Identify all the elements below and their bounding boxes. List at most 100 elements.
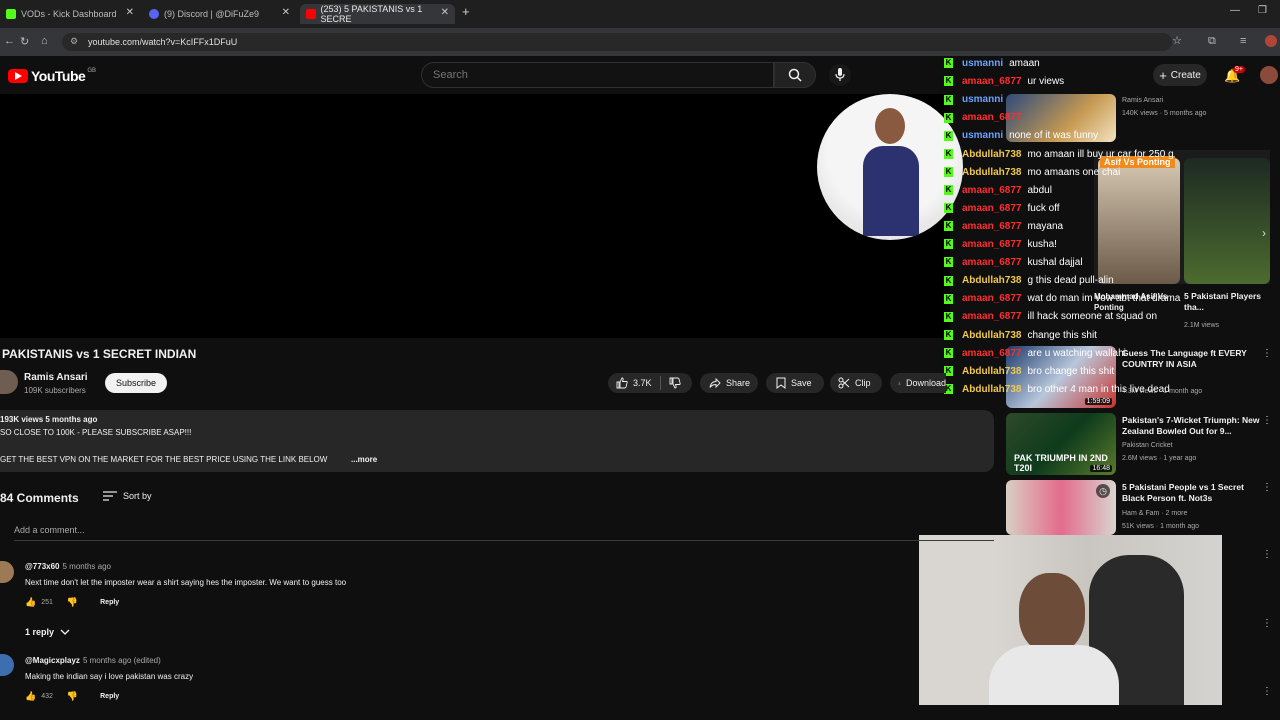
tab-kick-dashboard[interactable]: VODs - Kick Dashboard ✕ — [0, 4, 140, 24]
chat-username: usmanni — [962, 130, 1004, 142]
thumbs-up-icon[interactable]: 👍 — [25, 597, 36, 608]
account-avatar[interactable] — [1260, 66, 1278, 84]
comment-avatar[interactable] — [0, 654, 14, 676]
back-icon[interactable]: ← — [4, 35, 15, 47]
description-box[interactable]: 193K views 5 months ago SO CLOSE TO 100K… — [0, 410, 994, 472]
media-icon[interactable]: ≡ — [1240, 35, 1246, 47]
thumbs-down-icon[interactable] — [669, 377, 681, 389]
plus-icon: + — [1159, 67, 1167, 83]
related-title[interactable]: 5 Pakistani Players tha... — [1184, 291, 1266, 313]
address-bar[interactable]: ⚙ youtube.com/watch?v=KcIFFx1DFuU ☆ — [62, 33, 1182, 51]
search-input[interactable] — [421, 62, 774, 88]
clip-button[interactable]: Clip — [830, 373, 882, 393]
comment-input-underline — [14, 540, 994, 541]
more-options-icon[interactable]: ⋮ — [1262, 415, 1272, 426]
share-icon — [709, 377, 721, 389]
video-player[interactable] — [0, 94, 950, 338]
like-button[interactable]: 3.7K — [616, 377, 652, 389]
more-options-icon[interactable]: ⋮ — [1262, 686, 1272, 697]
add-comment-input[interactable]: Add a comment... — [14, 525, 85, 535]
notification-badge: 9+ — [1233, 66, 1245, 73]
comment-author[interactable]: @773x60 5 months ago — [25, 562, 111, 571]
related-title[interactable]: 5 Pakistani People vs 1 Secret Black Per… — [1122, 482, 1262, 504]
channel-name[interactable]: Ramis Ansari — [24, 372, 88, 383]
related-meta: 51K views · 1 month ago — [1122, 523, 1200, 530]
profile-avatar[interactable] — [1265, 35, 1277, 47]
tab-youtube[interactable]: (253) 5 PAKISTANIS vs 1 SECRE ✕ — [300, 4, 455, 24]
restore-icon[interactable]: ❐ — [1258, 5, 1267, 16]
watch-later-icon[interactable]: ◷ — [1096, 484, 1110, 498]
more-options-icon[interactable]: ⋮ — [1262, 618, 1272, 629]
thumbs-down-icon[interactable]: 👎 — [67, 597, 78, 608]
country-code: GB — [87, 68, 96, 74]
chat-message: K Abdullah738 g this dead pull-alin — [944, 273, 1114, 289]
chat-message: K Abdullah738 bro change this shit — [944, 364, 1114, 380]
save-button[interactable]: Save — [766, 373, 824, 393]
more-options-icon[interactable]: ⋮ — [1262, 482, 1272, 493]
related-thumbnail[interactable]: ◷ — [1006, 480, 1116, 535]
like-dislike-group: 3.7K — [608, 373, 692, 393]
chat-text: fuck off — [1027, 202, 1060, 214]
chat-text: g this dead pull-alin — [1027, 275, 1114, 287]
kick-icon: K — [944, 311, 953, 322]
chat-message: K Abdullah738 change this shit — [944, 328, 1097, 344]
tab-discord[interactable]: (9) Discord | @DiFuZe9 ✕ — [143, 4, 296, 24]
video-duration: 16:48 — [1090, 465, 1112, 472]
download-button[interactable]: Download — [890, 373, 946, 393]
video-title: PAKISTANIS vs 1 SECRET INDIAN — [2, 347, 197, 361]
kick-icon: K — [944, 166, 953, 177]
extensions-icon[interactable]: ⧉ — [1208, 35, 1216, 48]
chevron-right-icon[interactable]: › — [1262, 226, 1266, 240]
comment-time: 5 months ago — [62, 562, 111, 571]
share-button[interactable]: Share — [700, 373, 758, 393]
related-title[interactable]: Guess The Language ft EVERY COUNTRY IN A… — [1122, 348, 1262, 370]
show-more-link[interactable]: ...more — [351, 455, 377, 464]
more-options-icon[interactable]: ⋮ — [1262, 348, 1272, 359]
chat-message: Kamaan_6877 — [944, 110, 1028, 126]
site-info-icon[interactable]: ⚙ — [70, 36, 78, 47]
home-icon[interactable]: ⌂ — [41, 35, 48, 47]
chat-text: are u watching wallahi — [1027, 347, 1126, 359]
sort-by-button[interactable]: Sort by — [103, 491, 152, 501]
reload-icon[interactable]: ↻ — [20, 35, 29, 48]
related-thumbnail[interactable]: PAK TRIUMPH IN 2ND T20I 16:48 — [1006, 413, 1116, 475]
chat-username: amaan_6877 — [962, 220, 1022, 232]
new-tab-button[interactable]: + — [462, 4, 470, 19]
streamer-shirt — [989, 645, 1119, 705]
chat-username: Abdullah738 — [962, 275, 1022, 287]
bookmark-star-icon[interactable]: ☆ — [1172, 34, 1182, 47]
reply-button[interactable]: Reply — [100, 599, 119, 606]
chat-username: Abdullah738 — [962, 148, 1022, 160]
view-stats: 193K views 5 months ago — [0, 415, 98, 424]
related-title[interactable]: Pakistan's 7-Wicket Triumph: New Zealand… — [1122, 415, 1262, 437]
browser-tab-bar: VODs - Kick Dashboard ✕ (9) Discord | @D… — [0, 0, 1280, 28]
youtube-logo[interactable]: YouTube GB — [8, 68, 96, 84]
kick-icon: K — [944, 293, 953, 304]
chat-message: Kamaan_6877 mayana — [944, 219, 1063, 235]
search-button[interactable] — [774, 62, 816, 88]
subscribe-button[interactable]: Subscribe — [105, 373, 167, 393]
comment-author[interactable]: @Magicxplayz 5 months ago (edited) — [25, 656, 161, 665]
close-icon[interactable]: ✕ — [441, 7, 449, 18]
chevron-down-icon — [60, 629, 70, 635]
kick-icon: K — [944, 347, 953, 358]
more-options-icon[interactable]: ⋮ — [1262, 549, 1272, 560]
thumbs-up-icon[interactable]: 👍 — [25, 691, 36, 702]
minimize-icon[interactable]: — — [1230, 5, 1240, 16]
reply-button[interactable]: Reply — [100, 693, 119, 700]
short-thumbnail[interactable] — [1184, 158, 1270, 284]
chat-username: amaan_6877 — [962, 76, 1022, 88]
create-button[interactable]: + Create — [1153, 64, 1207, 86]
thumbs-down-icon[interactable]: 👎 — [67, 691, 78, 702]
chat-username: usmanni — [962, 94, 1004, 106]
comment-avatar[interactable] — [0, 561, 14, 583]
channel-avatar[interactable] — [0, 370, 18, 394]
close-icon[interactable]: ✕ — [126, 7, 134, 18]
kick-icon: K — [944, 76, 953, 87]
chat-message: K Abdullah738 mo amaan ill buy ur car for … — [944, 147, 1174, 163]
description-line: SO CLOSE TO 100K - PLEASE SUBSCRIBE ASAP… — [0, 428, 192, 437]
chat-username: amaan_6877 — [962, 347, 1022, 359]
close-icon[interactable]: ✕ — [282, 7, 290, 18]
voice-search-button[interactable] — [829, 64, 851, 86]
view-replies-button[interactable]: 1 reply — [25, 627, 70, 637]
